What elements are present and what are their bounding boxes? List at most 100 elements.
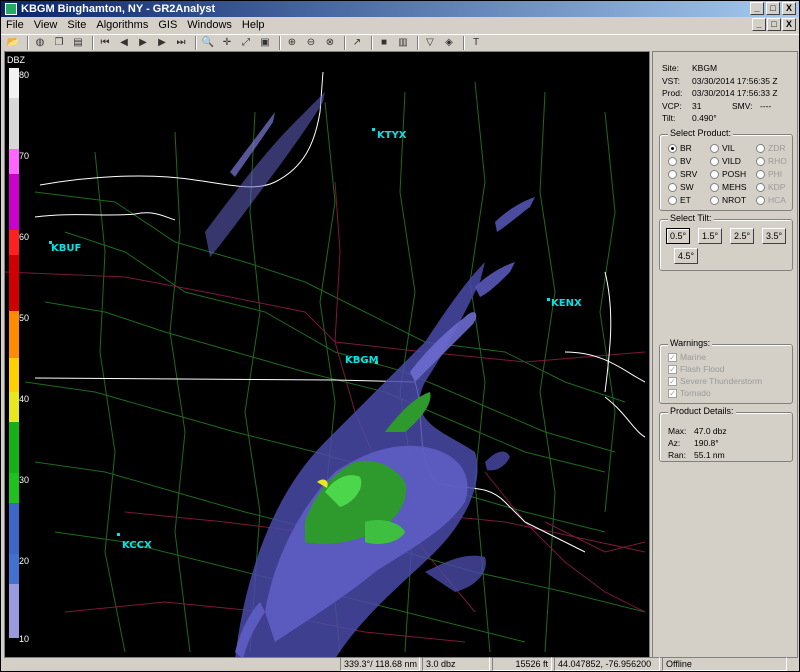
filter-icon[interactable]: ▽	[422, 36, 438, 50]
window-title: KBGM Binghamton, NY - GR2Analyst	[21, 3, 216, 15]
diamond-icon[interactable]: ◈	[441, 36, 457, 50]
warning-marine-checkbox: ✓ Marine	[668, 352, 706, 362]
minimize-button[interactable]: _	[750, 2, 764, 15]
vcp-label: VCP:	[662, 100, 682, 111]
site-marker-ktyx	[372, 128, 375, 131]
radar-info: Site: KBGM VST: 03/30/2014 17:56:35 Z Prod…	[662, 62, 778, 125]
site-label-kccx: KCCX	[122, 540, 152, 551]
zoom-in-icon[interactable]: ⊕	[284, 36, 300, 50]
pan-icon[interactable]: ✛	[219, 36, 235, 50]
colorbar-tick-70: 70	[19, 151, 30, 161]
radar-map-canvas	[5, 71, 646, 657]
warnings-group: Warnings: ✓ Marine ✓ Flash Flood ✓ Severe T…	[659, 338, 793, 404]
title-bar[interactable]: KBGM Binghamton, NY - GR2Analyst _ □ X	[1, 1, 799, 17]
pointer-icon[interactable]: ↗	[349, 36, 365, 50]
zoom-reset-icon[interactable]: ⊗	[322, 36, 338, 50]
menu-site[interactable]: Site	[62, 19, 91, 31]
layers-icon[interactable]: ▤	[70, 36, 86, 50]
split-icon[interactable]: ▥	[395, 36, 411, 50]
menu-help[interactable]: Help	[237, 19, 270, 31]
product-sw-radio[interactable]: SW	[668, 182, 694, 192]
radar-map[interactable]: KTYX KBUF KENX KBGM KCCX DBZ 80 70 60 50…	[4, 51, 650, 658]
product-nrot-radio[interactable]: NROT	[710, 195, 746, 205]
prod-value: 03/30/2014 17:56:33 Z	[692, 88, 778, 98]
reflectivity-colorbar	[9, 68, 19, 638]
prev-frame-icon[interactable]: ◀	[116, 36, 132, 50]
colorbar-tick-20: 20	[19, 556, 30, 566]
prod-label: Prod:	[662, 88, 683, 98]
product-mehs-radio[interactable]: MEHS	[710, 182, 747, 192]
ran-value: 55.1 nm	[694, 450, 725, 460]
maximize-button[interactable]: □	[766, 2, 780, 15]
smv-label: SMV:	[732, 100, 753, 111]
colorbar-tick-60: 60	[19, 232, 30, 242]
product-vild-radio[interactable]: VILD	[710, 156, 741, 166]
product-srv-radio[interactable]: SRV	[668, 169, 697, 179]
status-value: 3.0 dbz	[422, 657, 490, 671]
status-bar: 339.3°/ 118.68 nm 3.0 dbz 15526 ft 44.04…	[1, 657, 799, 672]
product-phi-radio: PHI	[756, 169, 782, 179]
menu-view[interactable]: View	[29, 19, 63, 31]
site-label-kbgm: KBGM	[345, 355, 379, 366]
toolbar: 📂 ◍ ❐ ▤ ⏮ ◀ ▶ ▶ ⏭ 🔍 ✛ ⤢ ▣ ⊕ ⊖ ⊗ ↗ ■ ▥ ▽ …	[1, 34, 799, 50]
next-frame-icon[interactable]: ▶	[154, 36, 170, 50]
tilt-1-5-button[interactable]: 1.5°	[698, 228, 722, 244]
tilt-3-5-button[interactable]: 3.5°	[762, 228, 786, 244]
site-label-ktyx: KTYX	[377, 130, 407, 141]
product-bv-radio[interactable]: BV	[668, 156, 691, 166]
product-details: Max: 47.0 dbz Az: 190.8° Ran: 55.1 nm	[668, 426, 727, 460]
warning-severe-thunderstorm-checkbox: ✓ Severe Thunderstorm	[668, 376, 763, 386]
tilt-value: 0.490°	[692, 113, 717, 123]
product-hca-radio: HCA	[756, 195, 786, 205]
zoom-out-icon[interactable]: ⊖	[303, 36, 319, 50]
product-posh-radio[interactable]: POSH	[710, 169, 746, 179]
menu-file[interactable]: File	[1, 19, 29, 31]
mdi-restore-button[interactable]: □	[767, 18, 781, 31]
product-vil-radio[interactable]: VIL	[710, 143, 735, 153]
stop-icon[interactable]: ■	[376, 36, 392, 50]
app-icon	[5, 3, 17, 15]
colorbar-tick-80: 80	[19, 70, 30, 80]
colorbar-tick-40: 40	[19, 394, 30, 404]
mdi-close-button[interactable]: X	[782, 18, 796, 31]
menu-windows[interactable]: Windows	[182, 19, 237, 31]
select-product-group: Select Product: BR BV SRV SW ET VIL VILD…	[659, 128, 793, 211]
globe-icon[interactable]: ◍	[32, 36, 48, 50]
side-panel: Site: KBGM VST: 03/30/2014 17:56:35 Z Prod…	[652, 51, 798, 658]
site-label-kbuf: KBUF	[51, 243, 82, 254]
warning-flash-flood-checkbox: ✓ Flash Flood	[668, 364, 725, 374]
cross-section-icon[interactable]: ▣	[257, 36, 273, 50]
vst-label: VST:	[662, 75, 680, 86]
colorbar-tick-10: 10	[19, 634, 30, 644]
text-icon[interactable]: T	[468, 36, 484, 50]
zoom-icon[interactable]: 🔍	[200, 36, 216, 50]
select-product-label: Select Product:	[668, 128, 734, 138]
smv-value: ----	[760, 100, 772, 111]
close-button[interactable]: X	[782, 2, 796, 15]
status-elevation: 15526 ft	[492, 657, 552, 671]
site-value: KBGM	[692, 63, 718, 73]
status-latlon: 44.047852, -76.956200	[554, 657, 660, 671]
open-folder-icon[interactable]: 📂	[5, 36, 21, 50]
vcp-value: 31	[692, 100, 702, 111]
play-icon[interactable]: ▶	[135, 36, 151, 50]
menu-gis[interactable]: GIS	[153, 19, 182, 31]
product-kdp-radio: KDP	[756, 182, 785, 192]
last-frame-icon[interactable]: ⏭	[173, 36, 189, 50]
first-frame-icon[interactable]: ⏮	[97, 36, 113, 50]
menu-algorithms[interactable]: Algorithms	[91, 19, 153, 31]
tilt-4-5-button[interactable]: 4.5°	[674, 248, 698, 264]
tilt-label: Tilt:	[662, 113, 676, 123]
app-window: KBGM Binghamton, NY - GR2Analyst _ □ X F…	[0, 0, 800, 672]
copy-icon[interactable]: ❐	[51, 36, 67, 50]
vst-value: 03/30/2014 17:56:35 Z	[692, 75, 778, 86]
product-br-radio[interactable]: BR	[668, 143, 692, 153]
mdi-minimize-button[interactable]: _	[752, 18, 766, 31]
warnings-label: Warnings:	[668, 338, 713, 348]
tilt-0-5-button[interactable]: 0.5°	[666, 228, 690, 244]
product-et-radio[interactable]: ET	[668, 195, 691, 205]
tilt-2-5-button[interactable]: 2.5°	[730, 228, 754, 244]
measure-icon[interactable]: ⤢	[238, 36, 254, 50]
az-value: 190.8°	[694, 438, 719, 448]
colorbar-tick-30: 30	[19, 475, 30, 485]
